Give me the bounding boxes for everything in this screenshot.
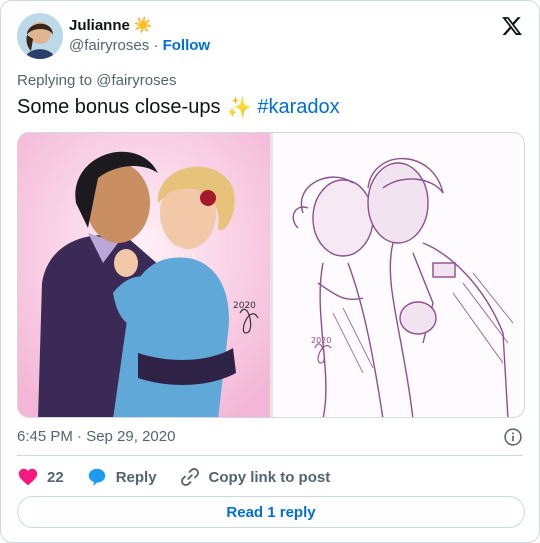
copy-link-button[interactable]: Copy link to post xyxy=(179,466,331,488)
info-icon[interactable] xyxy=(503,427,523,447)
illustration-color: 2020 xyxy=(18,133,270,417)
reply-label: Reply xyxy=(115,468,157,486)
replying-to-handle[interactable]: @fairyroses xyxy=(96,72,176,89)
read-reply-button[interactable]: Read 1 reply xyxy=(17,496,525,528)
separator-dot: · xyxy=(153,37,159,54)
copy-link-label: Copy link to post xyxy=(208,468,331,486)
timestamp[interactable]: 6:45 PM · Sep 29, 2020 xyxy=(17,428,175,445)
media-image-sketch[interactable]: 2020 xyxy=(273,133,524,417)
illustration-sketch: 2020 xyxy=(273,133,524,417)
avatar-image xyxy=(17,13,63,59)
like-button[interactable]: 22 xyxy=(17,466,64,488)
sun-emoji-icon: ☀️ xyxy=(133,17,153,34)
sparkles-emoji-icon: ✨ xyxy=(226,97,252,119)
media-grid: 2020 2020 xyxy=(17,132,525,418)
action-bar: 22 Reply Copy link to post xyxy=(17,463,330,491)
author-handle[interactable]: @fairyroses xyxy=(69,37,149,54)
heart-icon xyxy=(18,468,38,486)
link-icon xyxy=(180,468,199,486)
media-image-color[interactable]: 2020 xyxy=(18,133,270,417)
tweet-body: Some bonus close-ups xyxy=(17,96,221,118)
replying-to-prefix: Replying to xyxy=(17,72,93,89)
reply-bubble-icon xyxy=(88,468,105,486)
like-count: 22 xyxy=(47,468,64,486)
reply-button[interactable]: Reply xyxy=(86,466,157,488)
follow-button[interactable]: Follow xyxy=(163,37,211,54)
avatar[interactable] xyxy=(17,13,63,59)
x-logo-icon[interactable] xyxy=(501,15,523,37)
tweet-text: Some bonus close-ups ✨ #karadox xyxy=(17,95,340,120)
author-handle-line: @fairyroses · Follow xyxy=(69,37,210,54)
tweet-header: Julianne ☀️ @fairyroses · Follow xyxy=(17,13,525,61)
hashtag-link[interactable]: #karadox xyxy=(257,96,339,119)
author-name[interactable]: Julianne xyxy=(69,17,130,34)
replying-to: Replying to @fairyroses xyxy=(17,72,176,89)
divider xyxy=(17,455,523,456)
signature-right: 2020 xyxy=(311,336,331,345)
tweet-card: Julianne ☀️ @fairyroses · Follow Replyin… xyxy=(0,0,540,543)
author-name-line: Julianne ☀️ xyxy=(69,16,153,35)
